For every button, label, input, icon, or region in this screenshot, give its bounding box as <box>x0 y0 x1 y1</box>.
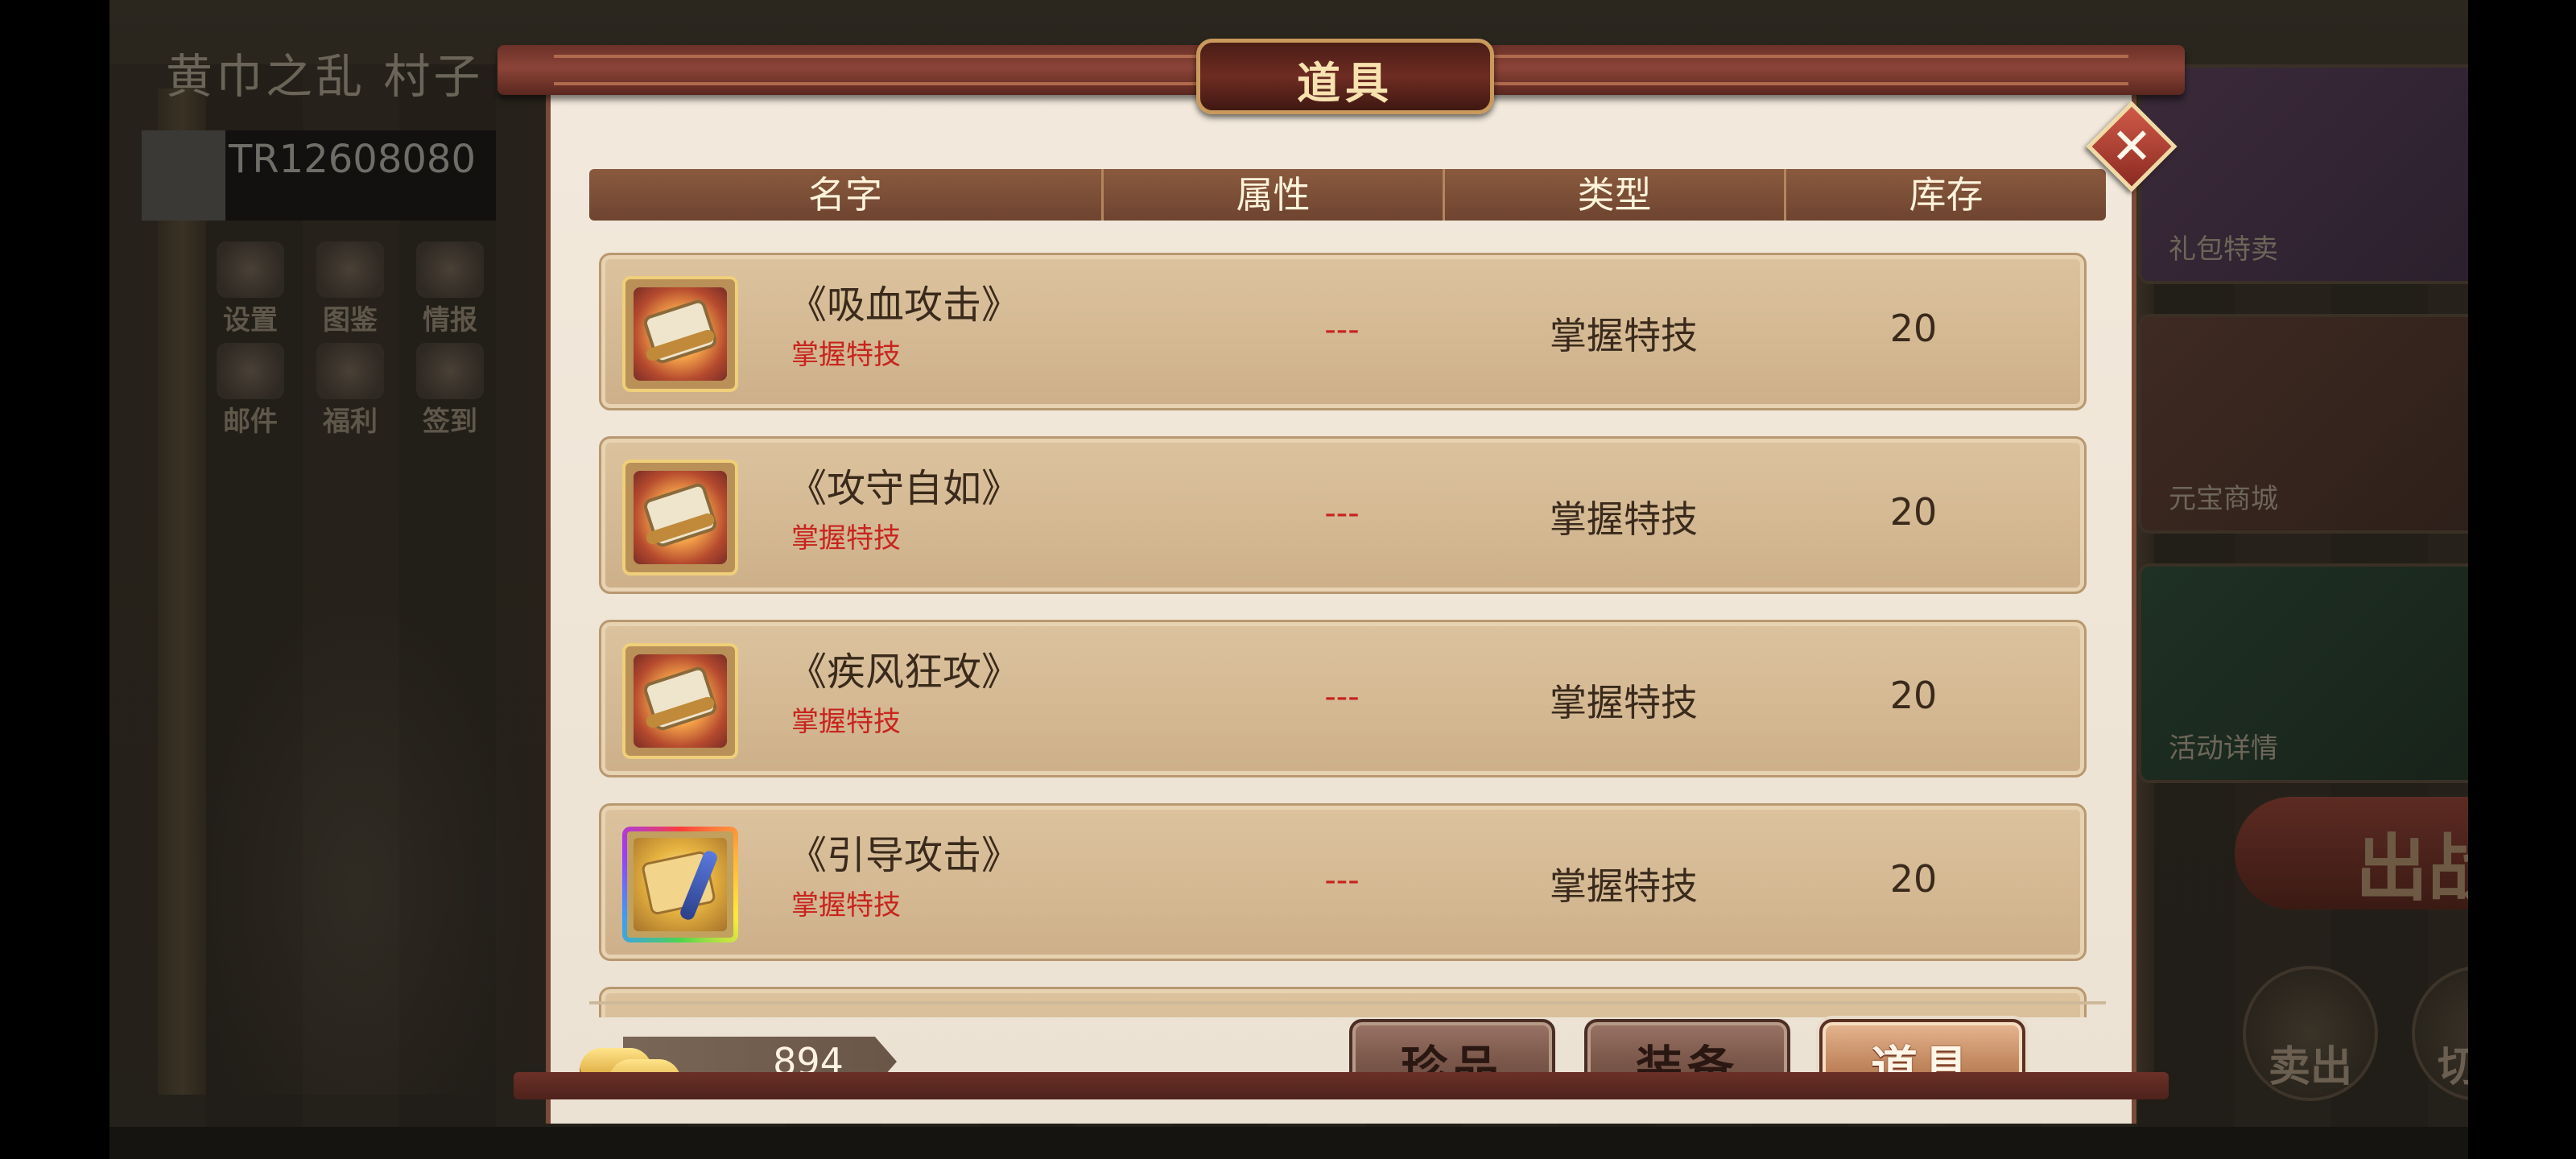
skill-scroll-icon <box>634 654 727 748</box>
item-attribute: --- <box>1324 495 1360 532</box>
menu-settings: 设置 <box>206 241 295 336</box>
event-card: 活动详情 <box>2138 563 2468 783</box>
dialog-bottom-frame <box>514 1072 2169 1099</box>
item-type: 掌握特技 <box>1550 497 1698 541</box>
item-slot <box>622 460 738 575</box>
sell-round-button: 卖出 <box>2243 966 2378 1101</box>
column-stock-header: 库存 <box>1784 169 2106 221</box>
welfare-icon <box>316 343 384 399</box>
gift-pack-card: 礼包特卖 <box>2138 64 2468 284</box>
item-stock: 20 <box>1889 857 1938 901</box>
item-type: 掌握特技 <box>1550 681 1698 724</box>
dialog-panel: 名字 属性 类型 库存 《吸血攻击》 掌握特技 --- 掌握特技 20 《攻守自… <box>546 77 2136 1124</box>
ingot-shop-card: 元宝商城 <box>2138 314 2468 534</box>
menu-intel: 情报 <box>406 241 494 336</box>
background-tree <box>190 580 528 1095</box>
column-attribute-header: 属性 <box>1101 169 1443 221</box>
player-info: TR12608080 <box>142 130 496 221</box>
scene-title: 黄巾之乱 村子 <box>166 49 484 104</box>
settings-icon <box>217 241 284 298</box>
dialog-title: 道具 <box>1297 58 1393 109</box>
item-subtitle: 掌握特技 <box>791 889 901 922</box>
avatar <box>142 130 225 221</box>
items-dialog: 名字 属性 类型 库存 《吸血攻击》 掌握特技 --- 掌握特技 20 《攻守自… <box>497 39 2185 1124</box>
mail-icon <box>217 343 284 399</box>
list-item[interactable]: 《吸血攻击》 掌握特技 --- 掌握特技 20 <box>599 253 2087 410</box>
item-stock: 20 <box>1889 490 1938 534</box>
table-header: 名字 属性 类型 库存 <box>589 169 2106 221</box>
intel-icon <box>416 241 484 298</box>
menu-codex: 图鉴 <box>306 241 394 336</box>
item-subtitle: 掌握特技 <box>791 522 901 555</box>
item-name: 《引导攻击》 <box>788 833 1021 878</box>
item-name: 《吸血攻击》 <box>788 283 1021 328</box>
item-subtitle: 掌握特技 <box>791 339 901 371</box>
item-name: 《攻守自如》 <box>788 466 1021 511</box>
checkin-icon <box>416 343 484 399</box>
skill-scroll-icon <box>634 287 727 381</box>
player-id: TR12608080 <box>229 137 476 182</box>
item-slot <box>622 643 738 759</box>
item-attribute: --- <box>1324 862 1360 899</box>
item-attribute: --- <box>1324 678 1360 716</box>
list-item[interactable]: 《疾风狂攻》 掌握特技 --- 掌握特技 20 <box>599 620 2087 777</box>
battle-button-bg: 出战 <box>2235 797 2468 911</box>
item-subtitle: 掌握特技 <box>791 706 901 738</box>
item-list[interactable]: 《吸血攻击》 掌握特技 --- 掌握特技 20 《攻守自如》 掌握特技 --- … <box>599 253 2087 1017</box>
item-stock: 20 <box>1889 307 1938 350</box>
bottom-divider <box>589 1001 2106 1004</box>
menu-welfare: 福利 <box>306 343 394 438</box>
item-attribute: --- <box>1324 311 1360 349</box>
item-type: 掌握特技 <box>1550 864 1698 908</box>
item-name: 《疾风狂攻》 <box>788 650 1021 695</box>
item-type: 掌握特技 <box>1550 314 1698 357</box>
menu-checkin: 签到 <box>406 343 494 438</box>
skill-scroll-icon <box>634 471 727 564</box>
codex-icon <box>316 241 384 298</box>
list-item[interactable]: 《引导攻击》 掌握特技 --- 掌握特技 20 <box>599 803 2087 961</box>
item-slot <box>622 827 738 942</box>
dialog-title-plaque: 道具 <box>1196 39 1494 114</box>
item-slot <box>622 276 738 392</box>
guide-scroll-icon <box>634 838 727 931</box>
column-type-header: 类型 <box>1443 169 1784 221</box>
menu-mail: 邮件 <box>206 343 295 438</box>
column-name-header: 名字 <box>808 173 882 217</box>
list-item[interactable]: 《攻守自如》 掌握特技 --- 掌握特技 20 <box>599 436 2087 594</box>
close-icon: ✕ <box>2111 117 2153 175</box>
item-stock: 20 <box>1889 674 1938 717</box>
